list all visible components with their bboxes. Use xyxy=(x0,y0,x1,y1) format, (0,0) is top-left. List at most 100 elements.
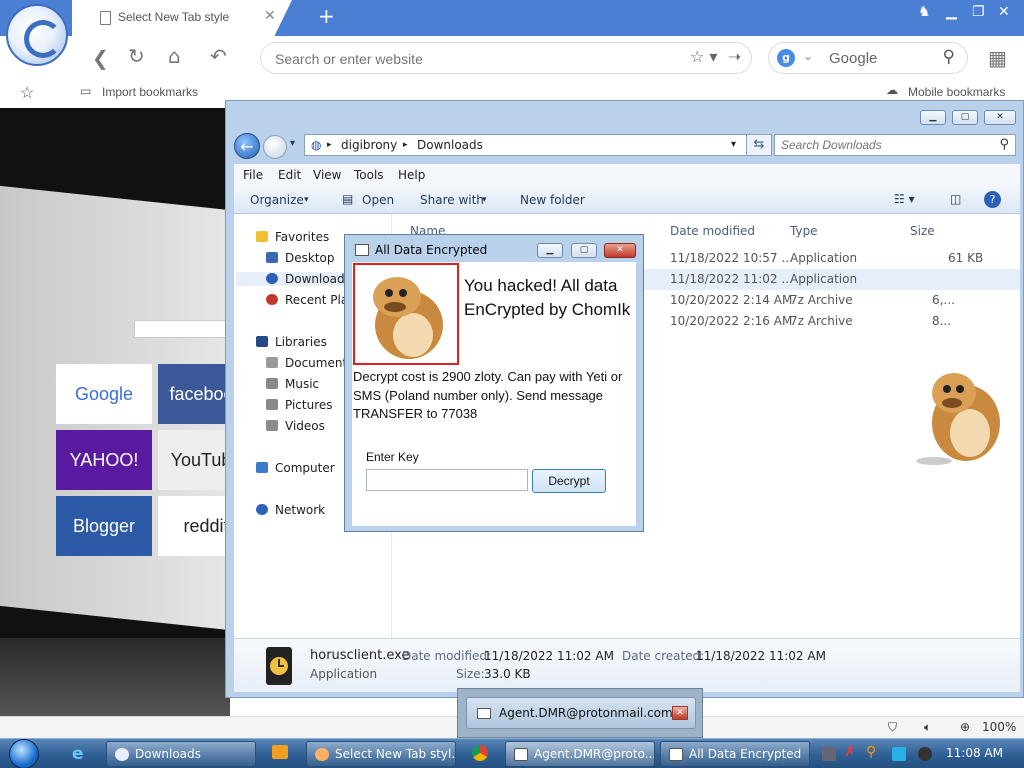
back-icon[interactable]: ❮ xyxy=(92,46,109,70)
mobile-bookmarks-link[interactable]: Mobile bookmarks xyxy=(908,85,1005,99)
ransom-headline: You hacked! All data EnCrypted by ChomIk xyxy=(464,276,631,319)
browser-tab[interactable]: Select New Tab style ✕ xyxy=(72,0,292,36)
reload-icon[interactable]: ↻ xyxy=(128,44,145,68)
menu-file[interactable]: File xyxy=(243,168,263,182)
address-bar[interactable]: ☆ ▾ ➝ xyxy=(260,42,752,74)
close-tab-icon[interactable]: ✕ xyxy=(264,8,276,24)
close-window-icon[interactable]: ✕ xyxy=(984,110,1016,125)
help-icon[interactable]: ? xyxy=(984,191,1001,208)
menu-edit[interactable]: Edit xyxy=(278,168,301,182)
minimize-icon[interactable]: ▁ xyxy=(946,4,957,20)
nav-computer[interactable]: Computer xyxy=(256,461,335,475)
nav-music[interactable]: Music xyxy=(266,377,319,391)
new-folder-button[interactable]: New folder xyxy=(520,193,585,207)
breadcrumb-item[interactable]: digibrony xyxy=(341,138,397,152)
refresh-icon[interactable]: ⇆ xyxy=(746,134,772,156)
folder-icon xyxy=(115,748,129,761)
tray-tool-icon[interactable]: ✗ xyxy=(844,744,858,760)
restore-icon[interactable]: ❐ xyxy=(972,4,985,20)
google-icon[interactable]: g xyxy=(777,49,795,67)
tile-youtube[interactable]: YouTube xyxy=(158,430,230,490)
chevron-right-icon: ▸ xyxy=(403,140,408,150)
minimize-icon[interactable]: ▁ xyxy=(920,110,946,125)
chrome-icon[interactable] xyxy=(472,745,488,761)
apps-grid-icon[interactable]: ▦ xyxy=(988,46,1007,70)
zoom-level[interactable]: 100% xyxy=(982,720,1016,734)
windows-logo-icon xyxy=(9,739,39,768)
start-button[interactable] xyxy=(6,739,44,768)
taskbar-clock[interactable]: 11:08 AM xyxy=(946,746,1003,760)
popup-window-item[interactable]: Agent.DMR@protonmail.com ✕ xyxy=(466,697,696,729)
internet-explorer-icon[interactable]: e xyxy=(72,744,84,764)
web-search-box[interactable]: g ⌄ Google ⚲ xyxy=(768,42,968,74)
explorer-command-bar: Organize ▾ ▤ Open Share with ▾ New folde… xyxy=(234,186,1020,214)
menu-help[interactable]: Help xyxy=(398,168,425,182)
downloads-icon xyxy=(266,273,278,284)
maximize-icon[interactable]: ▢ xyxy=(571,243,597,258)
history-dropdown-icon[interactable]: ▾ xyxy=(290,138,295,149)
nav-desktop[interactable]: Desktop xyxy=(266,251,335,265)
tile-blogger[interactable]: Blogger xyxy=(56,496,152,556)
share-with-button[interactable]: Share with xyxy=(420,193,484,207)
speaker-icon[interactable]: 🔈︎ xyxy=(924,720,931,735)
maximize-icon[interactable]: ▢ xyxy=(952,110,978,125)
tile-reddit[interactable]: reddit xyxy=(158,496,230,556)
explorer-search-input[interactable] xyxy=(781,138,986,152)
close-icon[interactable]: ✕ xyxy=(604,243,636,258)
tray-volume-icon[interactable] xyxy=(918,747,932,761)
taskbar-button-all-data-encrypted[interactable]: All Data Encrypted xyxy=(660,741,810,767)
menu-view[interactable]: View xyxy=(313,168,341,182)
undo-close-icon[interactable]: ↶ xyxy=(210,44,227,68)
newtab-search-input[interactable] xyxy=(134,320,230,338)
close-window-icon[interactable]: ✕ xyxy=(998,4,1010,20)
decrypt-button[interactable]: Decrypt xyxy=(532,469,606,493)
tile-yahoo[interactable]: YAHOO! xyxy=(56,430,152,490)
tile-google[interactable]: Google xyxy=(56,364,152,424)
tray-magnifier-icon[interactable]: ⚲ xyxy=(866,744,880,760)
import-bookmarks-link[interactable]: Import bookmarks xyxy=(102,85,198,99)
organize-button[interactable]: Organize xyxy=(250,193,304,207)
nav-videos[interactable]: Videos xyxy=(266,419,325,433)
zoom-icon[interactable]: ⊕ xyxy=(960,720,970,734)
close-icon[interactable]: ✕ xyxy=(672,706,688,720)
chevron-down-icon[interactable]: ⌄ xyxy=(803,49,813,63)
shield-icon[interactable]: ⛉ xyxy=(888,720,897,735)
explorer-search-box[interactable]: ⚲ xyxy=(774,134,1016,156)
nav-network[interactable]: Network xyxy=(256,503,325,517)
back-arrow-icon[interactable]: ← xyxy=(234,133,260,159)
search-icon[interactable]: ⚲ xyxy=(943,47,955,67)
decrypt-key-input[interactable] xyxy=(366,469,528,491)
home-icon[interactable]: ⌂ xyxy=(168,44,181,68)
column-header-type[interactable]: Type xyxy=(790,224,818,238)
nav-favorites[interactable]: Favorites xyxy=(256,230,329,244)
nav-documents[interactable]: Documents xyxy=(266,356,353,370)
browser-logo[interactable] xyxy=(6,4,68,66)
address-input[interactable] xyxy=(275,49,655,69)
tray-app-icon[interactable] xyxy=(822,747,836,761)
column-header-date-modified[interactable]: Date modified xyxy=(670,224,755,238)
search-icon[interactable]: ⚲ xyxy=(999,137,1009,152)
bookmark-star-icon[interactable]: ☆ ▾ ➝ xyxy=(690,47,741,66)
taskbar-button-downloads[interactable]: Downloads xyxy=(106,741,256,767)
media-player-icon[interactable] xyxy=(272,745,288,759)
breadcrumb-item[interactable]: Downloads xyxy=(417,138,483,152)
forward-arrow-icon[interactable] xyxy=(263,135,287,159)
view-options-icon[interactable]: ☷ ▾ xyxy=(894,192,915,206)
chevron-down-icon[interactable]: ▾ xyxy=(731,139,736,150)
tray-network-icon[interactable] xyxy=(892,747,906,761)
skin-icon[interactable]: ♞ xyxy=(918,4,931,20)
tile-facebook[interactable]: facebook xyxy=(158,364,230,424)
nav-downloads[interactable]: Downloads xyxy=(236,272,356,286)
breadcrumb[interactable]: ◍ ▸ digibrony ▸ Downloads ▾ xyxy=(304,134,750,156)
nav-libraries[interactable]: Libraries xyxy=(256,335,327,349)
menu-tools[interactable]: Tools xyxy=(354,168,384,182)
star-icon[interactable]: ☆ xyxy=(20,83,34,103)
minimize-icon[interactable]: ▁ xyxy=(537,243,563,258)
preview-pane-icon[interactable]: ◫ xyxy=(950,192,961,206)
taskbar-button-agent-dmr[interactable]: Agent.DMR@proto... xyxy=(505,741,655,767)
taskbar-button-browser[interactable]: Select New Tab styl... xyxy=(306,741,456,767)
open-button[interactable]: Open xyxy=(362,193,394,207)
nav-pictures[interactable]: Pictures xyxy=(266,398,333,412)
column-header-size[interactable]: Size xyxy=(910,224,935,238)
new-tab-button[interactable]: + xyxy=(318,4,335,28)
